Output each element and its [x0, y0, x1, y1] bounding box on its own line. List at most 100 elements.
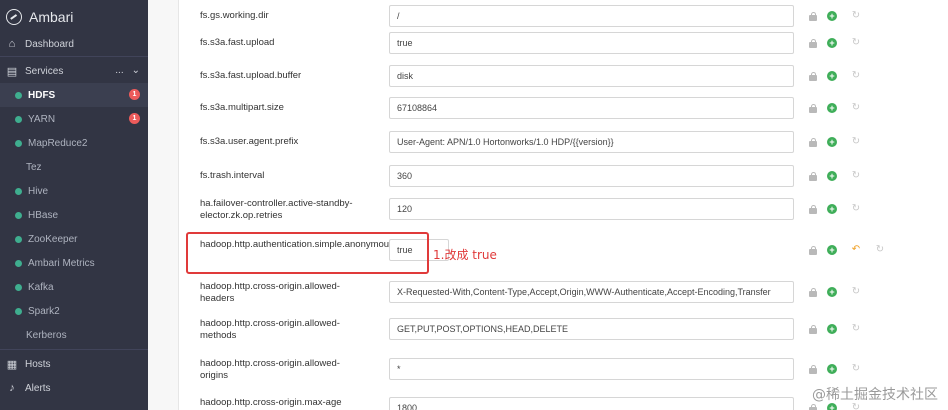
property-value-input[interactable]: GET,PUT,POST,OPTIONS,HEAD,DELETE [389, 318, 794, 340]
nav-alerts[interactable]: ♪ Alerts [0, 376, 148, 400]
config-row: hadoop.http.cross-origin.allowed-headers… [179, 276, 948, 309]
nav-dashboard[interactable]: ⌂ Dashboard [0, 34, 148, 54]
annotation-text: 1.改成 true [433, 248, 497, 262]
sidebar-item-mapreduce2[interactable]: MapReduce2 [0, 131, 148, 155]
lock-icon[interactable] [809, 104, 817, 113]
add-override-icon[interactable]: + [827, 364, 837, 374]
add-override-icon[interactable]: + [827, 204, 837, 214]
lock-icon[interactable] [809, 288, 817, 297]
sidebar-item-label: Kafka [28, 281, 54, 293]
lock-icon[interactable] [809, 205, 817, 214]
status-dot-icon [15, 307, 22, 315]
sidebar-item-ambari-metrics[interactable]: Ambari Metrics [0, 251, 148, 275]
property-value-input[interactable]: true [389, 32, 794, 54]
nav-dashboard-label: Dashboard [25, 38, 74, 50]
property-name: fs.s3a.user.agent.prefix [200, 136, 299, 147]
bell-icon: ♪ [9, 382, 15, 394]
brand-title: Ambari [29, 9, 74, 25]
property-value-input[interactable]: 1800 [389, 397, 794, 410]
sidebar-item-yarn[interactable]: YARN 1 [0, 107, 148, 131]
add-override-icon[interactable]: + [827, 171, 837, 181]
annotation-highlight-box [186, 232, 429, 274]
add-override-icon[interactable]: + [827, 38, 837, 48]
sidebar-item-hbase[interactable]: HBase [0, 203, 148, 227]
property-value-input[interactable]: User-Agent: APN/1.0 Hortonworks/1.0 HDP/… [389, 131, 794, 153]
reset-default-icon[interactable]: ↻ [851, 204, 861, 214]
reset-default-icon[interactable]: ↻ [851, 403, 861, 410]
reset-default-icon[interactable]: ↻ [851, 287, 861, 297]
status-dot-icon [15, 259, 22, 267]
nav-services[interactable]: ▤ Services ... ⌄ [0, 59, 148, 83]
lock-icon[interactable] [809, 39, 817, 48]
status-dot-icon [15, 211, 22, 219]
sidebar-item-spark2[interactable]: Spark2 [0, 299, 148, 323]
reset-default-icon[interactable]: ↻ [851, 364, 861, 374]
reset-default-icon[interactable]: ↻ [851, 324, 861, 334]
status-dot-icon [15, 283, 22, 291]
lock-icon[interactable] [809, 12, 817, 21]
reset-default-icon[interactable]: ↻ [851, 71, 861, 81]
reset-default-icon[interactable]: ↻ [851, 137, 861, 147]
brand[interactable]: Ambari [0, 0, 148, 34]
lock-icon[interactable] [809, 172, 817, 181]
config-row: ha.failover-controller.active-standby-el… [179, 193, 948, 226]
lock-icon[interactable] [809, 72, 817, 81]
reset-default-icon[interactable]: ↻ [851, 171, 861, 181]
property-value-input[interactable]: 120 [389, 198, 794, 220]
config-row: fs.trash.interval 360 + ↻ [179, 160, 948, 193]
more-icon[interactable]: ... [115, 65, 123, 76]
lock-icon[interactable] [809, 138, 817, 147]
sidebar-item-tez[interactable]: Tez [0, 155, 148, 179]
add-override-icon[interactable]: + [827, 103, 837, 113]
alert-badge: 1 [129, 89, 140, 100]
add-override-icon[interactable]: + [827, 403, 837, 410]
add-override-icon[interactable]: + [827, 11, 837, 21]
sidebar-item-label: MapReduce2 [28, 137, 88, 149]
sidebar-item-hive[interactable]: Hive [0, 179, 148, 203]
property-value-input[interactable]: 67108864 [389, 97, 794, 119]
add-override-icon[interactable]: + [827, 71, 837, 81]
nav-hosts-label: Hosts [25, 358, 51, 370]
add-override-icon[interactable]: + [827, 245, 837, 255]
property-value-input[interactable]: 360 [389, 165, 794, 187]
nav-alerts-label: Alerts [25, 382, 51, 394]
property-name: hadoop.http.cross-origin.allowed-headers [200, 281, 340, 304]
property-value-input[interactable]: X-Requested-With,Content-Type,Accept,Ori… [389, 281, 794, 303]
sidebar-item-label: Ambari Metrics [28, 257, 95, 269]
lock-icon[interactable] [809, 246, 817, 255]
sidebar-item-hdfs[interactable]: HDFS 1 [0, 83, 148, 107]
undo-icon[interactable]: ↶ [851, 245, 861, 255]
add-override-icon[interactable]: + [827, 287, 837, 297]
config-row: fs.s3a.user.agent.prefix User-Agent: APN/… [179, 126, 948, 159]
divider [0, 56, 148, 57]
reset-default-icon[interactable]: ↻ [851, 38, 861, 48]
property-name: ha.failover-controller.active-standby-el… [200, 198, 353, 221]
sidebar-item-kafka[interactable]: Kafka [0, 275, 148, 299]
reset-default-icon[interactable]: ↻ [851, 103, 861, 113]
status-dot-icon [15, 91, 22, 99]
property-value-input[interactable]: / [389, 5, 794, 27]
sidebar-item-kerberos[interactable]: Kerberos [0, 323, 148, 347]
status-dot-icon [15, 187, 22, 195]
property-value-input[interactable]: disk [389, 65, 794, 87]
status-dot-icon [15, 115, 22, 123]
reset-default-icon[interactable]: ↻ [875, 245, 885, 255]
nav-hosts[interactable]: ▦ Hosts [0, 352, 148, 376]
lock-icon[interactable] [809, 325, 817, 334]
lock-icon[interactable] [809, 365, 817, 374]
add-override-icon[interactable]: + [827, 137, 837, 147]
chevron-down-icon[interactable]: ⌄ [132, 65, 140, 76]
property-name: hadoop.http.cross-origin.max-age [200, 397, 342, 408]
sidebar-item-label: HBase [28, 209, 59, 221]
property-name: fs.s3a.multipart.size [200, 102, 284, 113]
sidebar-item-zookeeper[interactable]: ZooKeeper [0, 227, 148, 251]
lock-icon[interactable] [809, 404, 817, 410]
config-row: fs.s3a.fast.upload true + ↻ [179, 27, 948, 60]
property-name: hadoop.http.cross-origin.allowed-origins [200, 358, 340, 381]
add-override-icon[interactable]: + [827, 324, 837, 334]
reset-default-icon[interactable]: ↻ [851, 11, 861, 21]
property-name: hadoop.http.cross-origin.allowed-methods [200, 318, 340, 341]
property-value-input[interactable]: * [389, 358, 794, 380]
config-panel: fs.gs.working.dir / + ↻ fs.s3a.fast.upload tr… [178, 0, 948, 410]
property-name: fs.trash.interval [200, 170, 265, 181]
